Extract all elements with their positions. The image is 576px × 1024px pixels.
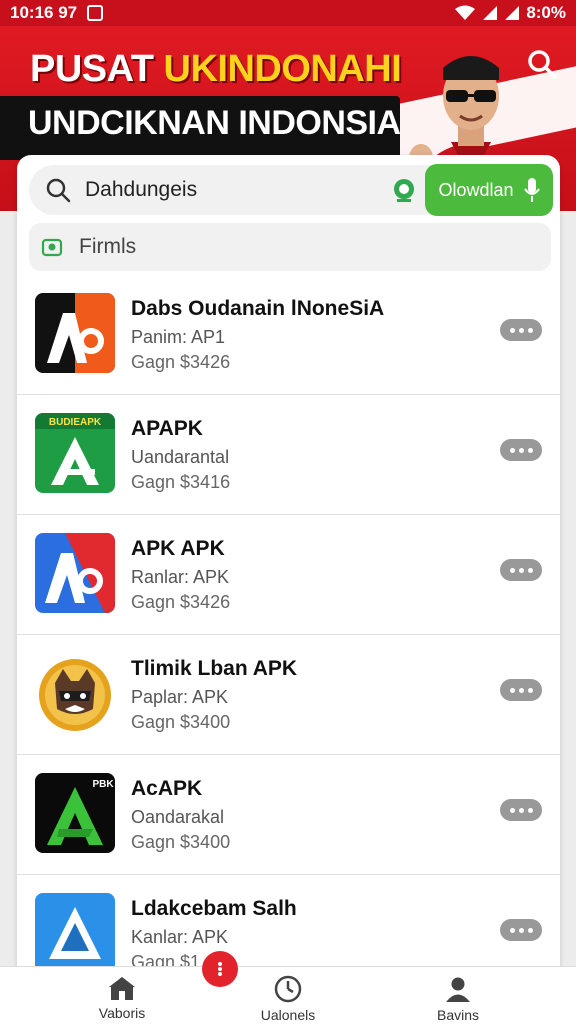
more-options-button[interactable] [500,319,542,341]
floating-action-button[interactable] [202,951,238,987]
microphone-icon [523,178,540,202]
app-meta: Gagn $3400 [131,832,231,852]
list-item[interactable]: APK APK Ranlar: APK Gagn $3426 [17,515,560,635]
svg-text:PBK: PBK [92,779,114,790]
raccoon-app-icon [35,653,115,733]
app-name: Ldakcebam Salh [131,897,297,920]
ao-blue-red-app-icon [35,533,115,613]
app-subtitle: Panim: AP1 [131,327,226,347]
banner-subtitle: UNDCIKNAN INDONSIA [28,104,401,142]
app-subtitle: Kanlar: APK [131,927,229,947]
app-name: Dabs Oudanain lNoneSiA [131,297,385,320]
nav-label: Vaboris [98,1005,146,1021]
status-bar: 10:16 97 8:0% [0,0,576,26]
signal-icon [483,6,498,20]
clock-icon [274,975,302,1003]
more-options-button[interactable] [500,439,542,461]
filter-label: Firmls [79,235,137,258]
list-item[interactable]: Tlimik Lban APK Paplar: APK Gagn $3400 [17,635,560,755]
nav-label: Ualonels [260,1007,316,1023]
more-options-button[interactable] [500,559,542,581]
banner-title: PUSAT UKINDONAHI [30,48,402,91]
green-a-app-icon: PBK [35,773,115,853]
ao-orange-app-icon [35,293,115,373]
bottom-navigation: Vaboris Ualonels Bavins [0,966,576,1024]
app-meta: Gagn $3400 [131,712,231,732]
app-meta: Gagn $3416 [131,472,231,492]
app-name: Tlimik Lban APK [131,657,298,680]
nav-label: Bavins [436,1007,480,1023]
battery-level: 8:0% [526,3,566,22]
app-list-card: Dahdungeis Olowdlan Firmls Dabs Oudanain… [17,155,560,1015]
green-apk-app-icon: BUDIEAPK [35,413,115,493]
app-name: APAPK [131,417,203,440]
more-options-button[interactable] [500,799,542,821]
search-input[interactable]: Dahdungeis [85,178,389,202]
profile-icon [446,977,470,1002]
signal-icon-2 [505,6,520,20]
download-button[interactable]: Olowdlan [425,164,553,216]
nav-item-updates[interactable]: Ualonels [228,975,348,1023]
list-item[interactable]: BUDIEAPK APAPK Uandarantal Gagn $3416 [17,395,560,515]
filter-bar[interactable]: Firmls [29,223,551,271]
blue-a-app-icon [35,893,115,973]
search-icon[interactable] [524,46,560,82]
status-time: 10:16 97 [10,3,78,22]
list-item[interactable]: Dabs Oudanain lNoneSiA Panim: AP1 Gagn $… [17,275,560,395]
home-icon [109,977,135,1000]
lens-icon[interactable] [389,175,419,205]
nav-item-profile[interactable]: Bavins [398,975,518,1023]
app-name: AcAPK [131,777,203,800]
nav-item-home[interactable]: Vaboris [62,975,182,1021]
app-meta: Gagn $3426 [131,592,231,612]
banner-title-highlight: UKINDONAHI [163,48,402,90]
notification-icon [87,5,104,21]
app-meta: Gagn $3426 [131,352,231,372]
app-name: APK APK [131,537,225,560]
more-options-button[interactable] [500,919,542,941]
app-subtitle: Uandarantal [131,447,230,467]
wifi-icon [455,5,476,20]
list-item[interactable]: PBK AcAPK Oandarakal Gagn $3400 [17,755,560,875]
banner-title-part1: PUSAT [30,48,164,90]
svg-text:BUDIEAPK: BUDIEAPK [49,417,102,428]
download-button-label: Olowdlan [438,179,514,200]
filter-icon [41,238,63,257]
magnifier-icon [46,178,71,203]
app-subtitle: Oandarakal [131,807,225,827]
app-subtitle: Paplar: APK [131,687,229,707]
app-subtitle: Ranlar: APK [131,567,230,587]
app-list: Dabs Oudanain lNoneSiA Panim: AP1 Gagn $… [17,275,560,995]
more-options-button[interactable] [500,679,542,701]
more-vertical-icon [218,962,222,976]
search-bar[interactable]: Dahdungeis Olowdlan [29,164,553,216]
